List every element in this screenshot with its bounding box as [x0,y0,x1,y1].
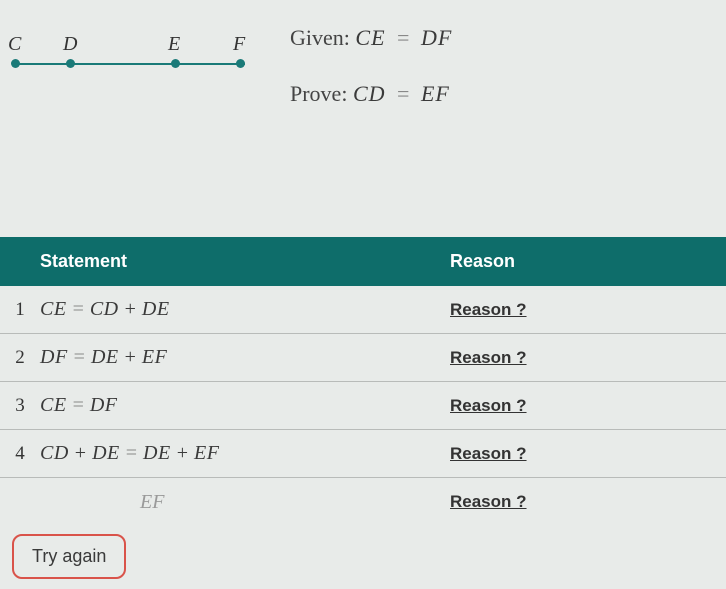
row-statement: CE = CD + DE [40,288,440,331]
reason-cell[interactable]: Reason ? [440,290,726,330]
reason-link[interactable]: Reason ? [450,348,527,367]
plus-sign: + [125,346,136,368]
math-term: DE [143,442,171,464]
row-number: 3 [0,395,40,417]
row-statement: CE = DF [40,384,440,427]
math-term: CD [90,298,119,320]
equals-sign: = [397,81,409,106]
math-term: EF [194,442,219,464]
reason-cell[interactable]: Reason ? [440,386,726,426]
equals-sign: = [397,25,409,50]
table-row: 2DF = DE + EF Reason ? [0,334,726,382]
table-row: EF Reason ? [0,478,726,526]
try-again-button[interactable]: Try again [12,534,126,579]
reason-cell[interactable]: Reason ? [440,338,726,378]
reason-link[interactable]: Reason ? [450,396,527,415]
header-statement: Statement [0,237,440,286]
math-term: CE [40,298,67,320]
math-term: DE [92,442,120,464]
math-term: DE [91,346,119,368]
row-number: 2 [0,347,40,369]
table-row: 1CE = CD + DE Reason ? [0,286,726,334]
plus-sign: + [177,442,188,464]
reason-link[interactable]: Reason ? [450,300,527,319]
plus-sign: + [75,442,86,464]
row-number: 4 [0,443,40,465]
reason-link[interactable]: Reason ? [450,444,527,463]
point-label-d: D [63,33,77,56]
row-number: 1 [0,299,40,321]
point-label-e: E [168,33,180,56]
prove-rhs: EF [421,81,450,106]
point-f [236,59,245,68]
given-rhs: DF [421,25,452,50]
math-term: CE [40,394,67,416]
math-term: CD [40,442,69,464]
row-statement: DF = DE + EF [40,336,440,379]
table-row: 4CD + DE = DE + EF Reason ? [0,430,726,478]
table-header-row: Statement Reason [0,237,726,286]
equals-sign: = [73,298,84,320]
point-c [11,59,20,68]
header-reason: Reason [440,237,726,286]
given-label: Given: [290,25,350,50]
row-statement: CD + DE = DE + EF [40,432,440,475]
prove-statement: Prove: CD = EF [290,81,452,107]
math-term: DE [142,298,170,320]
point-e [171,59,180,68]
segment-diagram: C D E F [10,25,250,85]
given-statement: Given: CE = DF [290,25,452,51]
reason-link[interactable]: Reason ? [450,492,527,511]
equals-sign: = [73,394,84,416]
point-d [66,59,75,68]
prove-label: Prove: [290,81,347,106]
table-row: 3CE = DF Reason ? [0,382,726,430]
math-term: DF [90,394,118,416]
prove-lhs: CD [353,81,386,106]
point-label-f: F [233,33,245,56]
proof-table: Statement Reason 1CE=CD+DEReason ?2DF=DE… [0,237,726,526]
number-line [15,63,245,65]
math-term: DF [40,346,68,368]
equals-sign: = [126,442,137,464]
plus-sign: + [125,298,136,320]
equals-sign: = [74,346,85,368]
point-label-c: C [8,33,21,56]
given-lhs: CE [355,25,385,50]
ghost-statement: EF [40,481,440,524]
reason-cell[interactable]: Reason ? [440,482,726,522]
math-term: EF [142,346,167,368]
reason-cell[interactable]: Reason ? [440,434,726,474]
